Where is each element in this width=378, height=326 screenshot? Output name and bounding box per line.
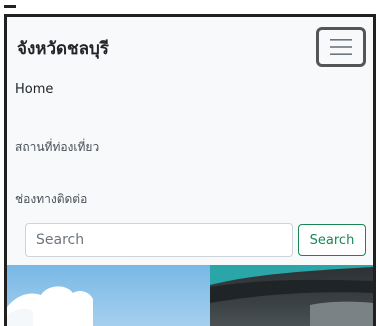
nav-link-contact[interactable]: ช่องทางติดต่อ — [15, 190, 87, 209]
hamburger-menu-icon — [330, 39, 352, 55]
navbar-toggler-button[interactable] — [316, 27, 366, 67]
search-button[interactable]: Search — [298, 224, 366, 256]
hero-image-sky — [7, 265, 210, 326]
search-input[interactable] — [25, 223, 293, 257]
browser-viewport: จังหวัดชลบุรี Home สถานที่ท่องเที่ยว ช่อ… — [0, 0, 378, 326]
page: จังหวัดชลบุรี Home สถานที่ท่องเที่ยว ช่อ… — [4, 14, 376, 326]
window-corner-mark — [4, 0, 16, 8]
hero-image — [7, 265, 373, 326]
hero-image-building — [210, 265, 373, 326]
navbar-brand[interactable]: จังหวัดชลบุรี — [17, 35, 109, 62]
nav-link-attractions[interactable]: สถานที่ท่องเที่ยว — [15, 138, 99, 157]
cloud-shape — [7, 286, 93, 326]
building-shape — [210, 265, 373, 326]
navbar: จังหวัดชลบุรี Home สถานที่ท่องเที่ยว ช่อ… — [7, 17, 373, 265]
nav-link-home[interactable]: Home — [15, 82, 53, 97]
